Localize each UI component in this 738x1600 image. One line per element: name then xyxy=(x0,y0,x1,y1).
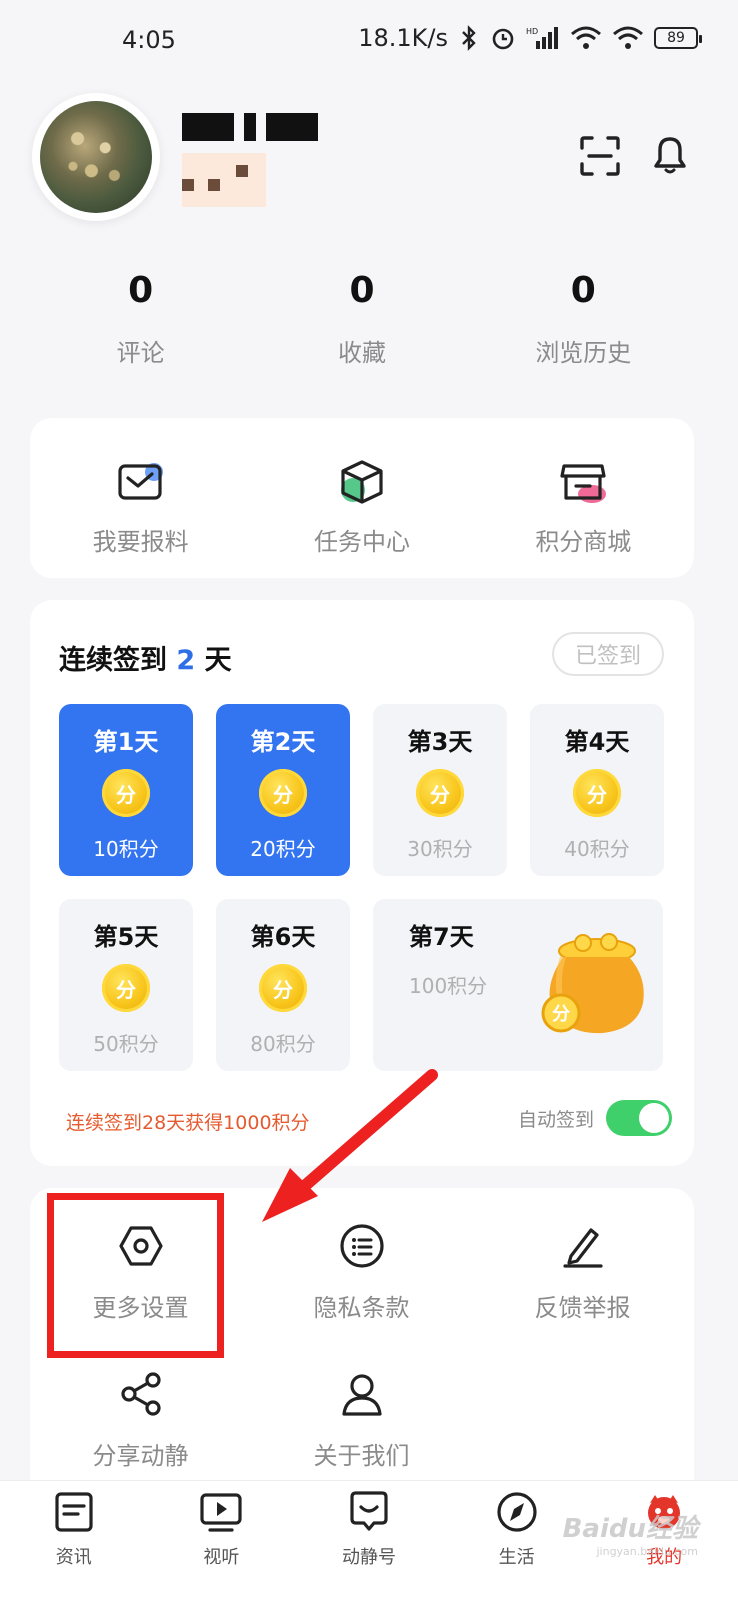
quick-label: 任务中心 xyxy=(313,528,410,556)
auto-signin-toggle[interactable] xyxy=(606,1100,672,1136)
day-card-4[interactable]: 第4天 分 40积分 xyxy=(530,704,664,876)
list-circle-icon xyxy=(339,1224,384,1268)
coin-icon: 分 xyxy=(259,964,307,1012)
signed-in-button[interactable]: 已签到 xyxy=(552,632,664,676)
menu-label: 反馈举报 xyxy=(534,1294,631,1322)
quick-points-mall[interactable]: 积分商城 xyxy=(473,418,694,578)
pen-icon xyxy=(562,1228,603,1268)
battery-level: 89 xyxy=(667,30,685,46)
coin-icon: 分 xyxy=(259,769,307,817)
auto-signin-label: 自动签到 xyxy=(517,1108,594,1131)
menu-share[interactable]: 分享动静 xyxy=(30,1370,251,1471)
quick-label: 积分商城 xyxy=(535,528,632,556)
day-points: 50积分 xyxy=(93,1032,159,1056)
status-bar: 4:05 18.1K/s HD 89 xyxy=(0,0,738,80)
battery-icon: 89 xyxy=(654,27,702,49)
nav-news[interactable]: 资讯 xyxy=(0,1481,148,1600)
stat-comments[interactable]: 0 评论 xyxy=(30,270,251,368)
day-points: 80积分 xyxy=(250,1032,316,1056)
clock: 4:05 xyxy=(122,26,176,54)
streak-note: 连续签到28天获得1000积分 xyxy=(66,1112,310,1134)
day-points: 30积分 xyxy=(407,837,473,861)
nav-label: 动静号 xyxy=(341,1547,396,1568)
highlight-box xyxy=(47,1193,224,1358)
stat-value: 0 xyxy=(349,270,375,311)
menu-about[interactable]: 关于我们 xyxy=(251,1370,472,1471)
person-icon xyxy=(341,1374,382,1416)
stat-label: 浏览历史 xyxy=(535,339,632,367)
menu-label: 分享动静 xyxy=(92,1442,189,1470)
scan-icon[interactable] xyxy=(578,134,622,178)
quick-task-center[interactable]: 任务中心 xyxy=(251,418,472,578)
quick-actions-card: 我要报料 任务中心 积分商城 xyxy=(30,418,694,578)
coin-icon: 分 xyxy=(102,964,150,1012)
day-card-5[interactable]: 第5天 分 50积分 xyxy=(59,899,193,1071)
day-name: 第1天 xyxy=(93,728,159,756)
stat-favorites[interactable]: 0 收藏 xyxy=(251,270,472,368)
day-name: 第4天 xyxy=(564,728,630,756)
nav-video[interactable]: 视听 xyxy=(148,1481,296,1600)
stat-label: 评论 xyxy=(116,339,165,367)
store-icon xyxy=(560,464,607,503)
avatar[interactable] xyxy=(32,93,160,221)
bluetooth-icon xyxy=(462,25,476,51)
menu-label: 隐私条款 xyxy=(313,1294,410,1322)
nav-dongjing[interactable]: 动静号 xyxy=(295,1481,443,1600)
day-points: 40积分 xyxy=(564,837,630,861)
wifi-icon xyxy=(571,26,601,49)
bell-icon[interactable] xyxy=(648,132,692,176)
menu-feedback[interactable]: 反馈举报 xyxy=(472,1222,693,1323)
day-points: 10积分 xyxy=(93,837,159,861)
chat-icon xyxy=(350,1491,388,1531)
day-name: 第6天 xyxy=(250,923,316,951)
news-icon xyxy=(55,1492,93,1532)
stat-value: 0 xyxy=(128,270,154,311)
gold-pot-icon: 分 xyxy=(541,933,644,1034)
day-card-1[interactable]: 第1天 分 10积分 xyxy=(59,704,193,876)
day-card-3[interactable]: 第3天 分 30积分 xyxy=(373,704,507,876)
stat-history[interactable]: 0 浏览历史 xyxy=(473,270,694,368)
compass-icon xyxy=(496,1492,537,1532)
envelope-icon xyxy=(118,463,163,500)
auto-signin: 自动签到 xyxy=(518,1100,672,1136)
day-points: 20积分 xyxy=(250,837,316,861)
status-icons: 18.1K/s HD 89 xyxy=(358,24,702,52)
box-icon xyxy=(340,460,383,504)
stat-label: 收藏 xyxy=(337,339,386,367)
day-name: 第3天 xyxy=(407,728,473,756)
network-speed: 18.1K/s xyxy=(358,24,448,52)
signin-card: 连续签到 2 天 已签到 第1天 分 10积分 第2天 分 20积分 第3天 分… xyxy=(30,600,694,1166)
alarm-icon xyxy=(492,28,514,50)
coin-icon: 分 xyxy=(102,769,150,817)
coin-icon: 分 xyxy=(416,769,464,817)
nav-label: 视听 xyxy=(203,1547,240,1568)
watermark: Baidu经验 jingyan.baidu.com xyxy=(562,1514,698,1558)
nav-label: 资讯 xyxy=(55,1547,92,1568)
signal-icon: HD xyxy=(526,27,558,49)
day-card-2[interactable]: 第2天 分 20积分 xyxy=(216,704,350,876)
quick-report[interactable]: 我要报料 xyxy=(30,418,251,578)
menu-privacy[interactable]: 隐私条款 xyxy=(251,1222,472,1323)
stats-row: 0 评论 0 收藏 0 浏览历史 xyxy=(30,270,694,368)
tv-icon xyxy=(200,1493,242,1532)
day-name: 第2天 xyxy=(250,728,316,756)
share-icon xyxy=(120,1372,161,1416)
day-name: 第5天 xyxy=(93,923,159,951)
day-card-6[interactable]: 第6天 分 80积分 xyxy=(216,899,350,1071)
quick-label: 我要报料 xyxy=(92,528,189,556)
svg-text:分: 分 xyxy=(552,1004,570,1025)
signin-title: 连续签到 2 天 xyxy=(59,645,232,676)
day-card-7[interactable]: 第7天 100积分 分 xyxy=(373,899,663,1071)
menu-label: 关于我们 xyxy=(313,1442,410,1470)
username-redacted[interactable] xyxy=(182,113,318,207)
svg-text:HD: HD xyxy=(526,27,538,36)
user-level-redacted xyxy=(182,153,266,207)
wifi-icon-2 xyxy=(613,26,643,49)
signin-days: 2 xyxy=(176,645,196,676)
stat-value: 0 xyxy=(570,270,596,311)
coin-icon: 分 xyxy=(573,769,621,817)
